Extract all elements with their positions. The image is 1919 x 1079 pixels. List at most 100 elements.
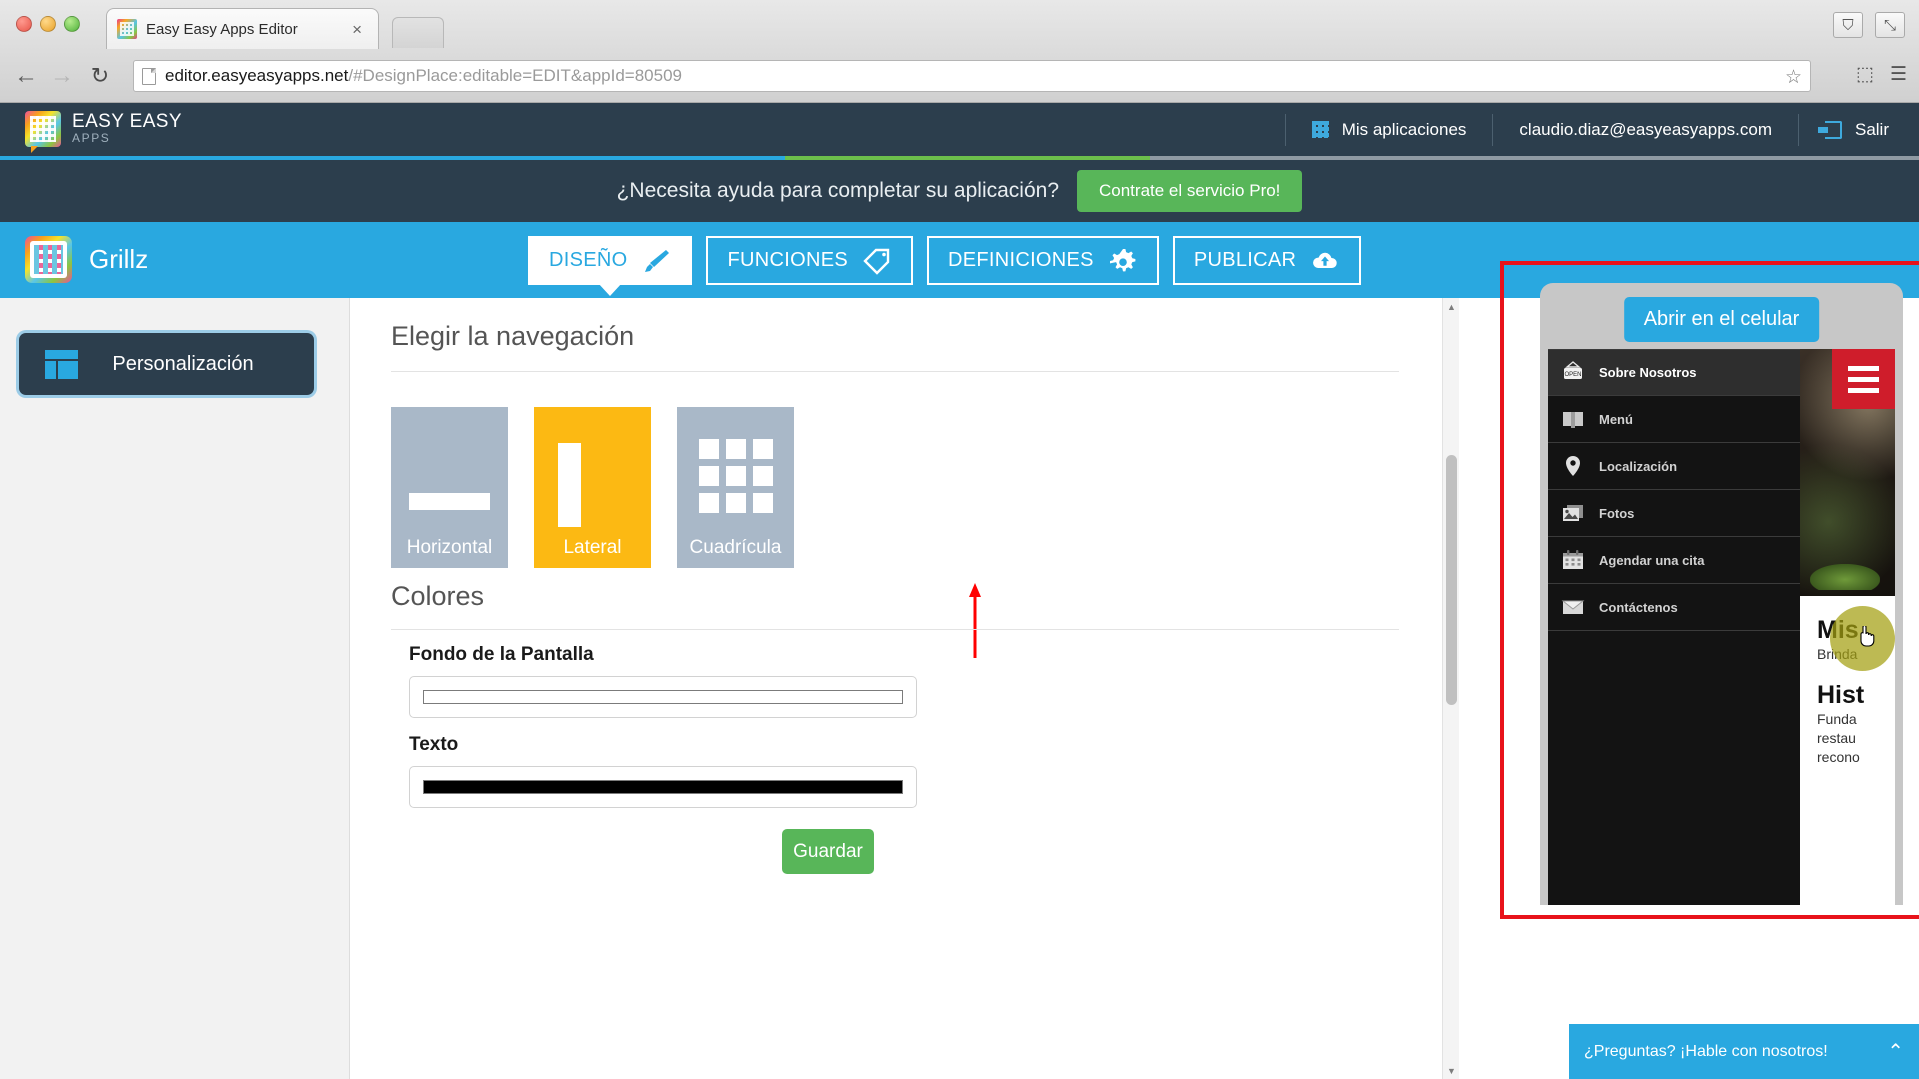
new-tab-button[interactable] [392,17,444,48]
scroll-down-icon[interactable]: ▼ [1443,1062,1460,1079]
header-right-nav: Mis aplicaciones claudio.diaz@easyeasyap… [1284,103,1919,156]
app-name: Grillz [89,244,149,274]
chevron-up-icon[interactable]: ⌃ [1887,1039,1904,1064]
chat-widget-text: ¿Preguntas? ¡Hable con nosotros! [1584,1042,1828,1060]
browser-tab-title: Easy Easy Apps Editor [146,20,298,38]
browser-titlebar: Easy Easy Apps Editor × ⛉ ⤡ [0,0,1919,49]
content-scrollbar[interactable]: ▲ ▼ [1442,298,1459,1079]
text-color-picker[interactable] [409,766,917,808]
book-icon [1560,406,1586,432]
window-traffic-lights[interactable] [16,16,80,32]
my-applications-link[interactable]: Mis aplicaciones [1284,113,1493,146]
preview-menu-item-sobre-nosotros[interactable]: OPEN Sobre Nosotros [1548,349,1800,396]
left-sidebar: Personalización [0,298,350,1079]
browser-chrome: Easy Easy Apps Editor × ⛉ ⤡ ← → ↻ editor… [0,0,1919,103]
tab-definiciones-label: DEFINICIONES [947,249,1094,271]
chat-widget[interactable]: ¿Preguntas? ¡Hable con nosotros! ⌃ [1569,1024,1919,1079]
preview-heading-2: Hist [1817,681,1865,709]
my-applications-label: Mis aplicaciones [1341,119,1467,139]
field-label-fondo: Fondo de la Pantalla [409,644,594,665]
phone-mockup: Abrir en el celular Mis Brinda Hist [1540,283,1903,905]
omnibox-icons: ☆ [1785,66,1802,89]
tab-definiciones[interactable]: DEFINICIONES [926,236,1159,285]
sidebar-item-personalizacion[interactable]: Personalización [19,333,314,395]
maximize-window-button[interactable] [64,16,80,32]
scroll-up-icon[interactable]: ▲ [1443,298,1460,315]
editor-tabs: DISEÑO FUNCIONES DEFINICIONES PUBLICAR [528,236,1362,296]
reload-icon[interactable]: ↻ [86,62,114,90]
save-button[interactable]: Guardar [782,829,874,874]
nav-option-horizontal-label: Horizontal [406,537,493,558]
close-icon[interactable]: × [346,21,368,38]
fullscreen-icon[interactable]: ⤡ [1875,12,1905,38]
bookmark-star-icon[interactable]: ☆ [1785,66,1802,89]
apps-grid-icon [1311,121,1329,138]
app-icon [25,236,72,283]
forward-icon[interactable]: → [48,62,76,90]
minimize-window-button[interactable] [40,16,56,32]
tab-funciones[interactable]: FUNCIONES [706,236,913,285]
horizontal-bar-glyph [409,493,490,510]
account-email-label: claudio.diaz@easyeasyapps.com [1519,119,1772,139]
phone-screen: Mis Brinda Hist Funda restau recono [1548,349,1895,905]
preview-menu-item-contactenos[interactable]: Contáctenos [1548,584,1800,631]
favicon-icon [117,19,137,39]
hamburger-menu-icon[interactable] [1832,349,1895,409]
browser-menu-icon[interactable]: ☰ [1890,63,1907,86]
gear-icon [1108,247,1138,275]
preview-menu-item-menu[interactable]: Menú [1548,396,1800,443]
greens-shape [1810,564,1880,590]
preview-menu-item-localizacion[interactable]: Localización [1548,443,1800,490]
preview-menu-item-fotos[interactable]: Fotos [1548,490,1800,537]
annotation-arrow-icon [968,583,982,658]
envelope-icon [1560,594,1586,620]
nav-option-lateral-label: Lateral [563,537,622,558]
colors-section-rule [391,629,1399,630]
preview-menu-label: Sobre Nosotros [1599,365,1697,380]
colors-section-title: Colores [391,581,485,611]
account-email[interactable]: claudio.diaz@easyeasyapps.com [1492,113,1798,146]
calendar-icon [1560,547,1586,573]
photos-icon [1560,500,1586,526]
easyeasyapps-logo[interactable]: EASY EASY APPS [25,111,182,153]
app-header: EASY EASY APPS Mis aplicaciones claudio.… [0,103,1919,156]
logo-text: EASY EASY APPS [72,112,182,146]
preview-panel: Abrir en el celular Mis Brinda Hist [1476,261,1919,1079]
preview-lateral-menu: OPEN Sobre Nosotros Menú Localización Fo… [1548,349,1800,905]
nav-option-cuadricula[interactable]: Cuadrícula [677,407,794,568]
background-color-picker[interactable] [409,676,917,718]
preview-menu-item-agendar-una-cita[interactable]: Agendar una cita [1548,537,1800,584]
open-on-mobile-button[interactable]: Abrir en el celular [1623,297,1820,342]
logout-button[interactable]: Salir [1797,113,1919,146]
preview-menu-label: Agendar una cita [1599,552,1705,568]
address-bar[interactable]: editor.easyeasyapps.net/#DesignPlace:edi… [133,60,1811,92]
tab-publicar-label: PUBLICAR [1193,249,1297,271]
app-brand: Grillz [25,236,148,283]
logo-line-2: APPS [72,131,111,145]
hire-pro-service-button[interactable]: Contrate el servicio Pro! [1077,170,1303,212]
navigation-section-title: Elegir la navegación [391,321,635,351]
nav-option-lateral[interactable]: Lateral [534,407,651,568]
url-domain: editor.easyeasyapps.net [165,66,349,85]
back-icon[interactable]: ← [12,62,40,90]
profile-icon[interactable]: ⛉ [1833,12,1863,38]
nav-option-horizontal[interactable]: Horizontal [391,407,508,568]
tab-diseno-label: DISEÑO [549,249,628,271]
browser-tab[interactable]: Easy Easy Apps Editor × [106,8,379,49]
logout-label: Salir [1854,119,1889,139]
nav-option-cuadricula-label: Cuadrícula [689,537,782,558]
preview-paragraph-2-line-1: Funda [1817,711,1857,727]
exit-icon [1817,120,1842,139]
tab-diseno[interactable]: DISEÑO [528,236,693,296]
close-window-button[interactable] [16,16,32,32]
scrollbar-thumb[interactable] [1446,455,1457,705]
toolbar-right-icons: ⬚ ☰ [1856,63,1907,86]
navigation-section-rule [391,371,1399,372]
cast-icon[interactable]: ⬚ [1856,63,1874,86]
cursor-pointer-icon [1858,625,1876,648]
page-info-icon[interactable] [142,67,156,85]
preview-menu-label: Menú [1599,411,1633,427]
tab-publicar[interactable]: PUBLICAR [1172,236,1362,285]
browser-toolbar: ← → ↻ editor.easyeasyapps.net/#DesignPla… [0,49,1919,103]
field-label-texto: Texto [409,734,459,755]
